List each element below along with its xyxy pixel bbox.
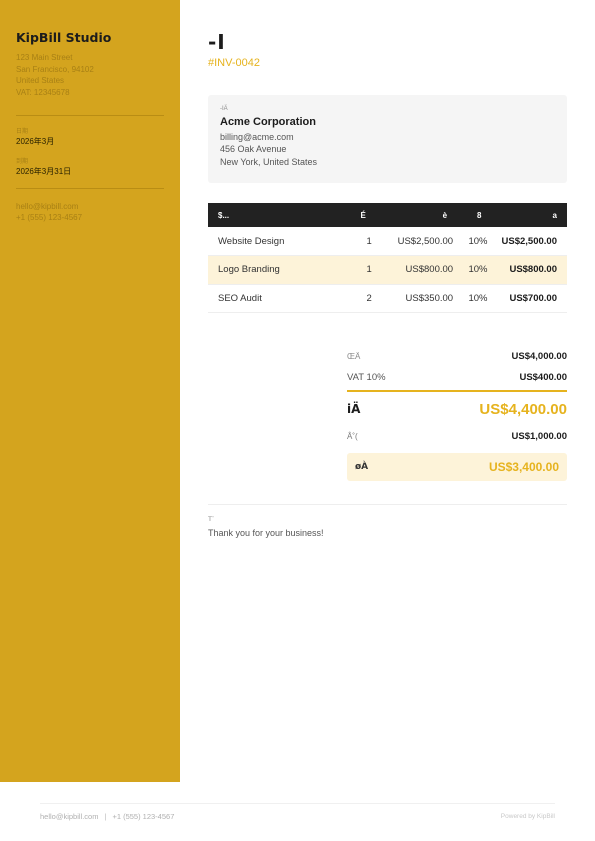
footer-email[interactable]: hello@kipbill.com [40, 812, 98, 821]
item-price: US$800.00 [375, 255, 458, 285]
vat-value: US$400.00 [519, 372, 567, 383]
footer-phone[interactable]: +1 (555) 123-4567 [112, 812, 174, 821]
address-line: United States [16, 76, 65, 86]
sidebar-email: hello@kipbill.com [16, 201, 79, 211]
balance-due-value: US$3,400.00 [488, 460, 559, 474]
vat-row: VAT 10% US$400.00 [347, 367, 567, 388]
paid-row: Â˚( US$1,000.00 [347, 426, 567, 447]
item-total: US$800.00 [491, 255, 567, 285]
client-address: 456 Oak Avenue [220, 144, 287, 155]
client-email: billing@acme.com [220, 132, 294, 142]
table-row: Website Design 1 US$2,500.00 10% US$2,50… [208, 227, 567, 256]
table-header-row: $... É è 8 a [208, 203, 567, 227]
bill-to-card: -IÄ Acme Corporation billing@acme.com 45… [208, 95, 567, 183]
header-quantity: É [350, 203, 376, 227]
item-quantity: 2 [350, 284, 376, 313]
client-name: Acme Corporation [220, 116, 316, 128]
grand-total-value: US$4,400.00 [479, 400, 567, 418]
footer-divider [40, 803, 555, 804]
item-description: SEO Audit [208, 284, 351, 313]
header-tax: 8 [457, 203, 492, 227]
header-description: $... [208, 203, 351, 227]
balance-due-label: øÀ [355, 462, 369, 472]
sidebar-divider [16, 114, 164, 116]
company-name: KipBill Studio [16, 30, 112, 45]
subtotal-row: ŒÄ US$4,000.00 [347, 346, 567, 367]
header-total: a [491, 203, 567, 227]
item-tax: 10% [457, 255, 492, 285]
notes-label: T¨ [208, 516, 215, 523]
totals-block: ŒÄ US$4,000.00 VAT 10% US$400.00 iÄ US$4… [347, 346, 567, 481]
paid-label: Â˚( [347, 432, 358, 441]
paid-value: US$1,000.00 [511, 431, 567, 442]
item-quantity: 1 [350, 227, 376, 256]
page-footer: hello@kipbill.com | +1 (555) 123-4567 Po… [40, 812, 555, 821]
item-description: Website Design [208, 227, 351, 256]
bill-to-label: -IÄ [220, 106, 228, 112]
notes-section: T¨ Thank you for your business! [208, 516, 324, 538]
line-items-table: $... É è 8 a Website Design 1 US$2,500.0… [208, 203, 567, 313]
subtotal-value: US$4,000.00 [511, 351, 567, 362]
due-date-label: 到期 [16, 158, 29, 165]
client-city: New York, United States [220, 156, 318, 167]
item-total: US$700.00 [491, 284, 567, 313]
item-tax: 10% [457, 284, 492, 313]
grand-total-label: iÄ [347, 402, 361, 416]
sidebar-phone: +1 (555) 123-4567 [16, 213, 83, 223]
notes-text: Thank you for your business! [208, 528, 324, 538]
address-line: San Francisco, 94102 [16, 64, 94, 74]
header-price: è [375, 203, 458, 227]
table-row: SEO Audit 2 US$350.00 10% US$700.00 [208, 284, 567, 313]
item-price: US$2,500.00 [375, 227, 458, 256]
powered-by: Powered by KipBill [500, 813, 555, 820]
item-price: US$350.00 [375, 284, 458, 313]
footer-separator: | [104, 812, 107, 821]
subtotal-label: ŒÄ [347, 352, 361, 361]
invoice-title: -I [208, 30, 226, 54]
issue-date-label: 日期 [16, 128, 29, 135]
due-date: 2026年3月31日 [16, 166, 72, 176]
item-tax: 10% [457, 227, 492, 256]
address-line: 123 Main Street [16, 53, 73, 62]
grand-total-row: iÄ US$4,400.00 [347, 392, 567, 426]
notes-divider [208, 504, 567, 505]
sidebar-divider [16, 187, 164, 189]
vat-label: VAT 10% [347, 372, 386, 383]
invoice-number: #INV-0042 [208, 57, 260, 69]
sidebar: KipBill Studio 123 Main Street San Franc… [0, 0, 180, 782]
item-quantity: 1 [350, 255, 376, 285]
balance-due-row: øÀ US$3,400.00 [347, 453, 567, 481]
issue-date: 2026年3月 [16, 136, 55, 146]
item-total: US$2,500.00 [491, 227, 567, 256]
table-row: Logo Branding 1 US$800.00 10% US$800.00 [208, 255, 567, 285]
item-description: Logo Branding [208, 255, 351, 285]
vat-id: VAT: 12345678 [16, 88, 70, 98]
